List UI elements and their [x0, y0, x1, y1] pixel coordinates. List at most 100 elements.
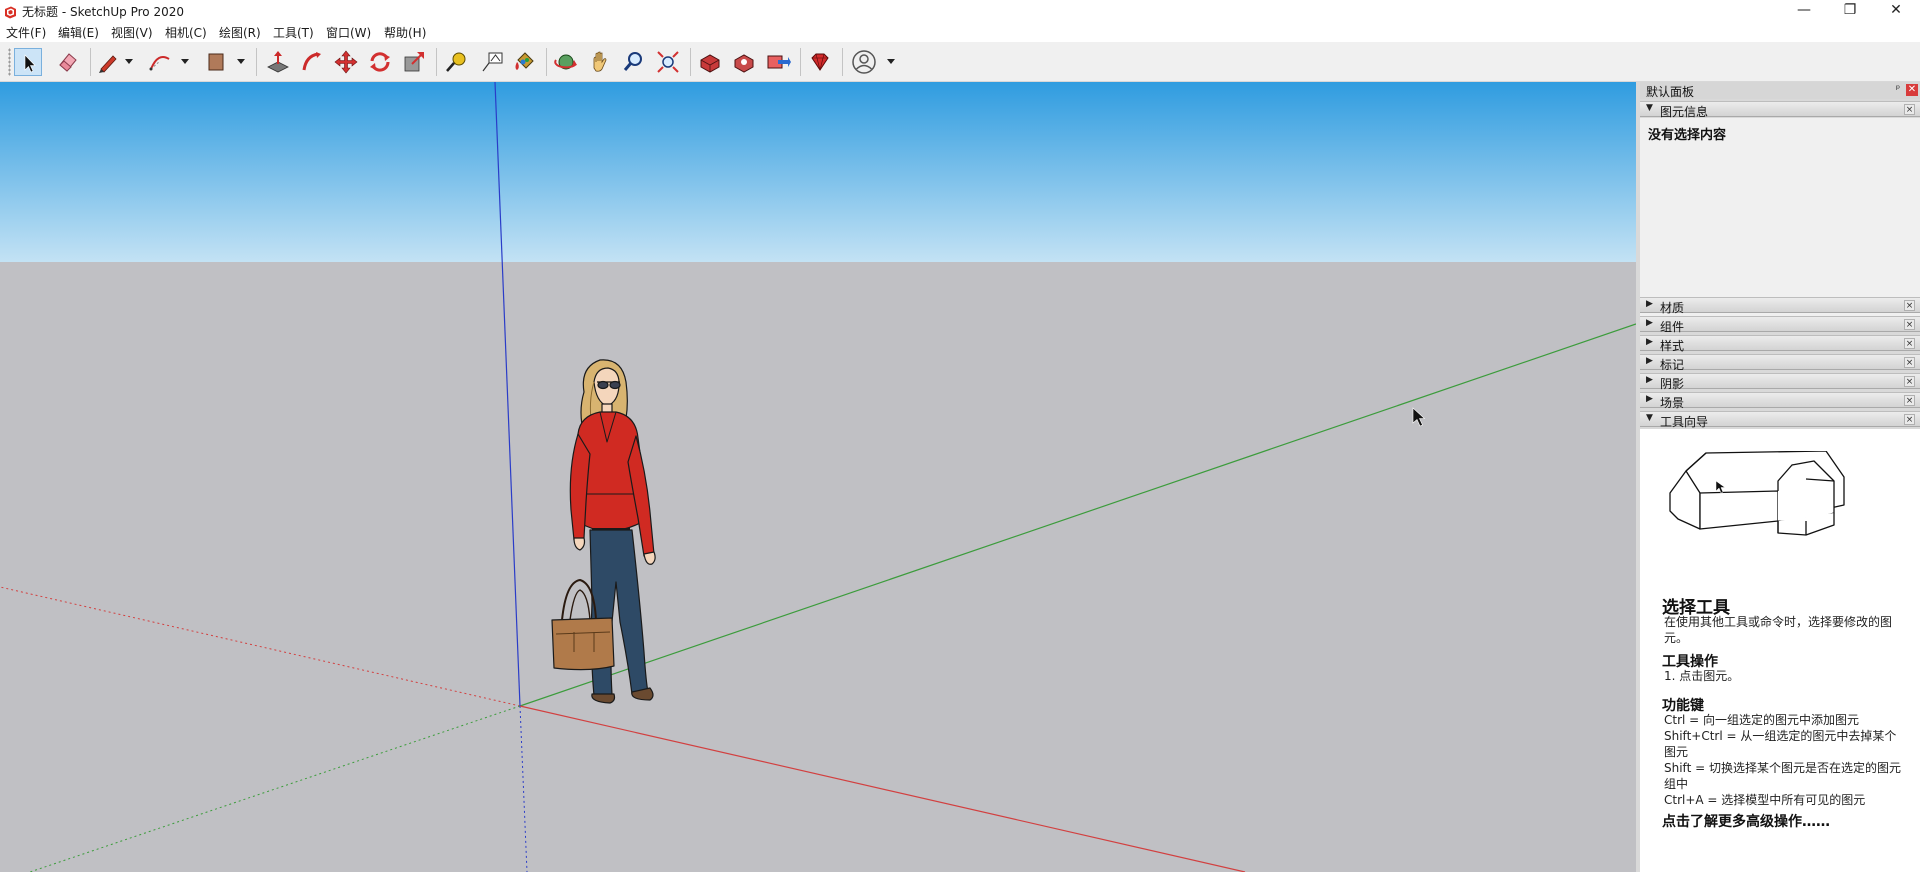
extension-manager-button[interactable]	[806, 48, 834, 76]
eraser-icon	[59, 53, 77, 72]
toolbar-grip[interactable]	[8, 48, 11, 76]
menu-tools[interactable]: 工具(T)	[273, 24, 314, 41]
panel-materials[interactable]: ▶ 材质 ×	[1640, 297, 1920, 315]
title-bar: 无标题 - SketchUp Pro 2020 — ❐ ✕	[0, 0, 1920, 22]
menu-view[interactable]: 视图(V)	[111, 24, 153, 41]
ground-plane	[0, 262, 1636, 872]
toolbar-separator	[90, 48, 91, 76]
modeling-viewport[interactable]	[0, 82, 1636, 872]
toolbar-separator	[436, 48, 437, 76]
instructor-key-item: Shift+Ctrl = 从一组选定的图元中去掉某个图元	[1664, 729, 1897, 759]
paint-bucket-icon	[515, 52, 534, 70]
dropdown-arrow-icon	[125, 59, 133, 64]
move-tool-button[interactable]	[332, 48, 360, 76]
default-tray: 默认面板 ᵖ ✕ ▼ 图元信息 × 没有选择内容 ▶ 材质 × ▶ 组件 × ▶…	[1636, 82, 1920, 872]
window-title: 无标题 - SketchUp Pro 2020	[22, 5, 184, 19]
collapsed-arrow-icon: ▶	[1646, 375, 1653, 385]
tray-close-button[interactable]: ✕	[1906, 84, 1918, 96]
panel-styles[interactable]: ▶ 样式 ×	[1640, 335, 1920, 353]
follow-me-icon	[302, 52, 321, 71]
ruby-gem-icon	[811, 53, 829, 71]
menu-draw[interactable]: 绘图(R)	[219, 24, 261, 41]
rectangle-tool-button[interactable]	[202, 48, 230, 76]
panel-close-button[interactable]: ×	[1904, 357, 1915, 368]
arc-tools-dropdown[interactable]	[180, 58, 190, 66]
toolbar-separator	[842, 48, 843, 76]
pencil-icon	[99, 55, 117, 73]
pin-icon[interactable]: ᵖ	[1892, 84, 1904, 96]
tray-header: 默认面板 ᵖ ✕	[1640, 82, 1920, 99]
panel-close-button[interactable]: ×	[1904, 376, 1915, 387]
collapsed-arrow-icon: ▶	[1646, 394, 1653, 404]
collapsed-arrow-icon: ▶	[1646, 318, 1653, 328]
pan-tool-button[interactable]	[586, 48, 614, 76]
zoom-extents-tool-button[interactable]	[654, 48, 682, 76]
panel-label: 材质	[1660, 301, 1685, 315]
text-label-icon	[482, 52, 503, 72]
shape-tools-dropdown[interactable]	[236, 58, 246, 66]
dropdown-arrow-icon	[181, 59, 189, 64]
orbit-tool-button[interactable]	[552, 48, 580, 76]
rotate-icon	[370, 52, 390, 72]
rotate-tool-button[interactable]	[366, 48, 394, 76]
arc-icon	[149, 56, 170, 71]
panel-label: 标记	[1660, 358, 1685, 372]
account-dropdown[interactable]	[886, 58, 896, 66]
sky	[0, 82, 1636, 262]
expanded-arrow-icon: ▼	[1646, 103, 1653, 113]
instructor-ops: 1. 点击图元。	[1664, 669, 1740, 683]
panel-shadows[interactable]: ▶ 阴影 ×	[1640, 373, 1920, 391]
3d-warehouse-button[interactable]	[696, 48, 724, 76]
menu-bar: 文件(F) 编辑(E) 视图(V) 相机(C) 绘图(R) 工具(T) 窗口(W…	[0, 22, 1920, 42]
close-window-button[interactable]: ✕	[1873, 0, 1919, 22]
entity-info-body: 没有选择内容	[1640, 118, 1920, 318]
select-tool-button[interactable]	[14, 48, 42, 76]
eraser-tool-button[interactable]	[54, 48, 82, 76]
entity-info-status: 没有选择内容	[1648, 128, 1727, 143]
menu-window[interactable]: 窗口(W)	[326, 24, 371, 41]
arc-tool-button[interactable]	[146, 48, 174, 76]
menu-edit[interactable]: 编辑(E)	[58, 24, 99, 41]
panel-close-button[interactable]: ×	[1904, 395, 1915, 406]
panel-label: 阴影	[1660, 377, 1685, 391]
panel-tags[interactable]: ▶ 标记 ×	[1640, 354, 1920, 372]
panel-components[interactable]: ▶ 组件 ×	[1640, 316, 1920, 334]
panel-instructor[interactable]: ▼ 工具向导 ×	[1640, 411, 1920, 429]
large-toolset-toolbar	[0, 42, 1920, 82]
panel-close-button[interactable]: ×	[1904, 300, 1915, 311]
layout-button[interactable]	[764, 48, 792, 76]
extension-warehouse-button[interactable]	[730, 48, 758, 76]
account-button[interactable]	[850, 48, 878, 76]
menu-file[interactable]: 文件(F)	[6, 24, 46, 41]
panel-close-button[interactable]: ×	[1904, 104, 1915, 115]
menu-camera[interactable]: 相机(C)	[165, 24, 207, 41]
instructor-more-link[interactable]: 点击了解更多高级操作……	[1662, 811, 1830, 831]
rectangle-icon	[208, 53, 224, 71]
panel-close-button[interactable]: ×	[1904, 414, 1915, 425]
scene-canvas[interactable]	[0, 82, 1636, 872]
push-pull-tool-button[interactable]	[264, 48, 292, 76]
move-icon	[334, 50, 358, 74]
paint-bucket-tool-button[interactable]	[510, 48, 538, 76]
follow-me-tool-button[interactable]	[298, 48, 326, 76]
panel-close-button[interactable]: ×	[1904, 319, 1915, 330]
tape-measure-tool-button[interactable]	[442, 48, 470, 76]
line-tools-dropdown[interactable]	[124, 58, 134, 66]
toolbar-separator	[256, 48, 257, 76]
panel-entity-info[interactable]: ▼ 图元信息 ×	[1640, 101, 1920, 119]
magnifier-icon	[623, 52, 642, 71]
instructor-key-item: Shift = 切换选择某个图元是否在选定的图元组中	[1664, 761, 1901, 791]
dropdown-arrow-icon	[237, 59, 245, 64]
zoom-tool-button[interactable]	[620, 48, 648, 76]
minimize-button[interactable]: —	[1781, 0, 1827, 22]
line-tool-button[interactable]	[94, 48, 122, 76]
maximize-button[interactable]: ❐	[1827, 0, 1873, 22]
text-tool-button[interactable]	[478, 48, 506, 76]
menu-help[interactable]: 帮助(H)	[384, 24, 426, 41]
tray-title: 默认面板	[1646, 85, 1695, 99]
panel-scenes[interactable]: ▶ 场景 ×	[1640, 392, 1920, 410]
panel-close-button[interactable]: ×	[1904, 338, 1915, 349]
extension-warehouse-icon	[734, 54, 754, 73]
scale-tool-button[interactable]	[400, 48, 428, 76]
collapsed-arrow-icon: ▶	[1646, 337, 1653, 347]
